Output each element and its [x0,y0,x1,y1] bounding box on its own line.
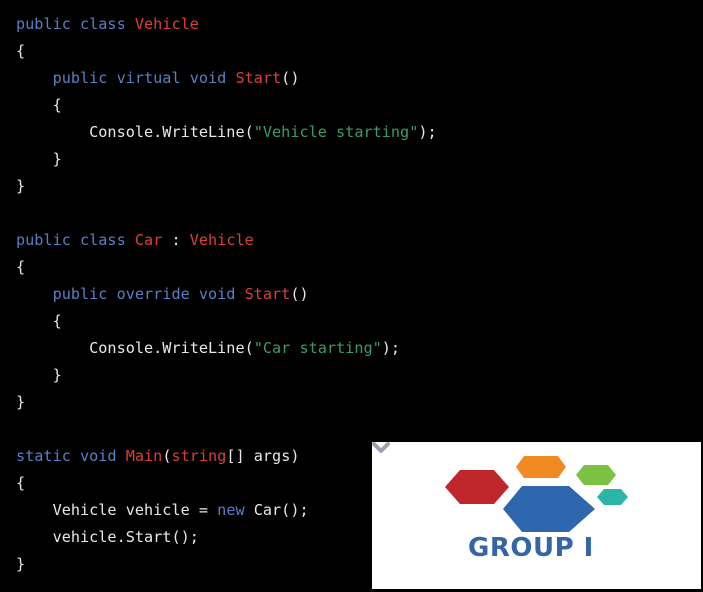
code-line: public class Vehicle [16,11,437,38]
code-token: "Vehicle starting" [253,123,419,141]
code-token: { [16,96,62,114]
code-token: } [16,393,26,411]
code-token: } [16,555,26,573]
code-line: public override void Start() [16,281,437,308]
code-line: Console.WriteLine("Vehicle starting"); [16,119,437,146]
code-token: ); [418,123,437,141]
code-token: public override void [52,285,245,303]
code-line: public virtual void Start() [16,65,437,92]
code-line: } [16,362,437,389]
code-line: { [16,38,437,65]
code-line: { [16,254,437,281]
code-token: string [171,447,227,465]
code-token: } [16,177,26,195]
code-token: () [281,69,300,87]
teal-hexagon [597,489,628,505]
code-token: new [217,501,245,519]
code-token: { [16,42,26,60]
code-token: Main [125,447,163,465]
blue-hexagon [503,486,595,532]
hexagon-cluster-icon [445,456,628,532]
chevron-down-icon[interactable] [372,442,390,454]
code-token: Start [244,285,291,303]
logo-text: GROUP I [468,533,594,563]
code-token: Console.WriteLine( [16,339,254,357]
code-line: Console.WriteLine("Car starting"); [16,335,437,362]
code-token: public virtual void [52,69,236,87]
green-hexagon [576,465,616,485]
orange-hexagon [516,456,566,478]
code-token: { [16,312,62,330]
code-token: Vehicle [189,231,254,249]
code-token: Car [134,231,163,249]
code-token: public class [16,15,135,33]
code-token: ); [381,339,401,357]
code-token: () [290,285,309,303]
code-line: } [16,389,437,416]
code-token: [] args) [226,447,300,465]
code-token: Vehicle vehicle = [16,501,218,519]
code-token: Console.WriteLine( [16,123,254,141]
code-token: Start [235,69,282,87]
group-logo-panel: GROUP I [372,442,701,589]
code-token: vehicle.Start(); [16,528,199,546]
code-line: } [16,146,437,173]
code-line: } [16,173,437,200]
code-token: { [16,474,26,492]
code-line: { [16,92,437,119]
code-token: } [16,150,62,168]
red-hexagon [445,470,509,504]
code-token: : [162,231,190,249]
code-token: "Car starting" [253,339,382,357]
code-token: { [16,258,26,276]
code-token: public class [16,231,135,249]
code-line: public class Car : Vehicle [16,227,437,254]
code-token: } [16,366,62,384]
code-token: Car(); [244,501,309,519]
code-line: { [16,308,437,335]
code-token: Vehicle [134,15,199,33]
code-token: static void [16,447,126,465]
